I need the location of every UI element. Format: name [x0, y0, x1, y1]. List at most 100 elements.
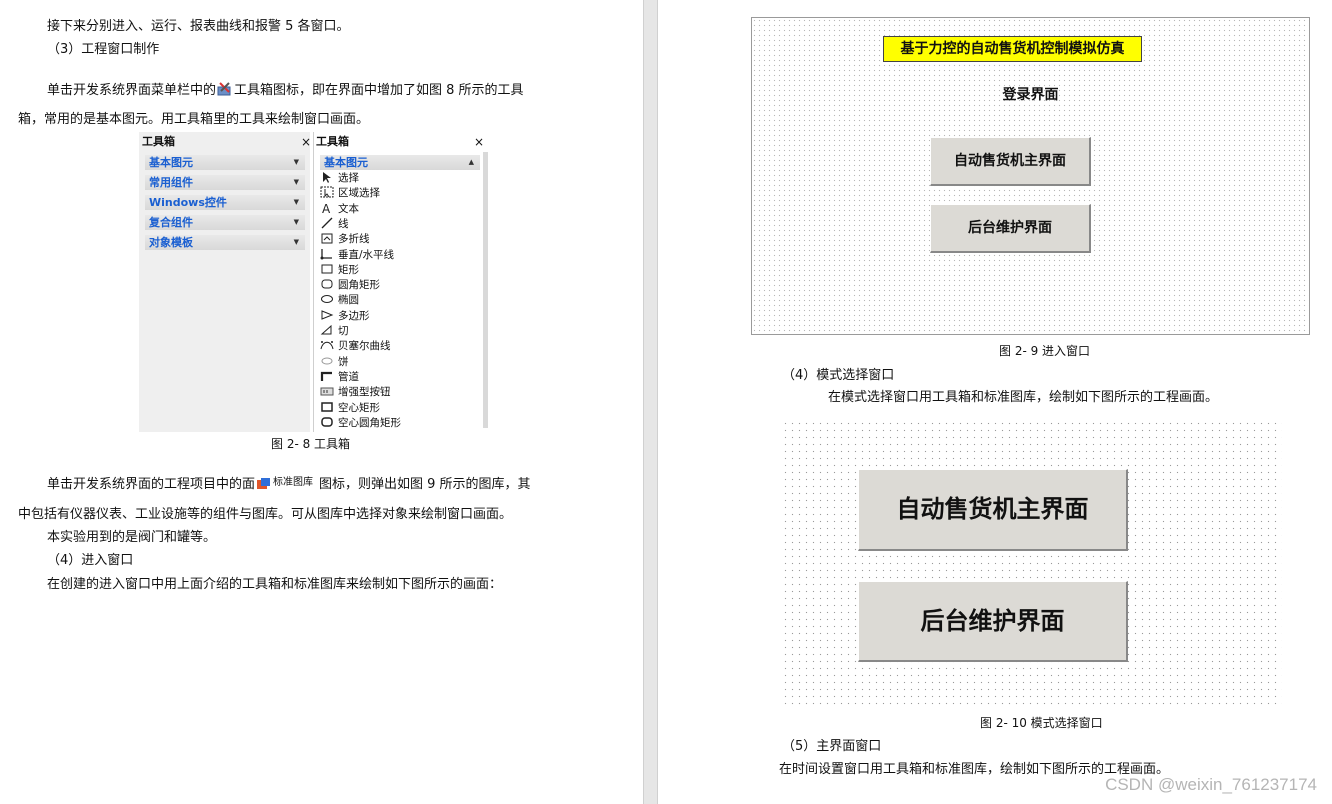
toolbox-item-rounded-rectangle[interactable]: 圆角矩形: [320, 278, 380, 293]
close-icon[interactable]: ×: [474, 134, 484, 150]
toolbox-item-label: 文本: [338, 202, 359, 215]
enter-window-figure: 基于力控的自动售货机控制模拟仿真 登录界面 自动售货机主界面 后台维护界面: [751, 17, 1310, 335]
toolbox-category-common[interactable]: 常用组件 ▼: [145, 175, 305, 190]
toolbox-item-bezier-curve[interactable]: 贝塞尔曲线: [320, 339, 391, 354]
paragraph-library-intro: 单击开发系统界面的工程项目中的面 标准图库 图标，则弹出如图 9 所示的图库，其: [47, 475, 531, 496]
toolbox-item-label: 增强型按钮: [338, 386, 391, 399]
toolbox-item-label: 空心圆角矩形: [338, 416, 401, 429]
chevron-down-icon: ▼: [293, 158, 299, 166]
toolbox-item-select[interactable]: 选择: [320, 171, 359, 186]
left-document-page: 接下来分别进入、运行、报表曲线和报警 5 各窗口。 （3）工程窗口制作 单击开发…: [0, 0, 643, 804]
heading-enter-window: （4）进入窗口: [47, 553, 134, 568]
region-select-icon: [320, 186, 334, 198]
hollow-rounded-rectangle-icon: [320, 416, 334, 428]
backend-maintenance-button-large[interactable]: 后台维护界面: [858, 581, 1128, 662]
caption-figure-8: 图 2- 8 工具箱: [271, 437, 351, 451]
chevron-down-icon: ▼: [293, 238, 299, 246]
paragraph-toolbox-line2: 箱，常用的是基本图元。用工具箱里的工具来绘制窗口画面。: [18, 112, 370, 127]
toolbox-item-label: 管道: [338, 370, 359, 383]
paragraph-library-line2: 中包括有仪器仪表、工业设施等的组件与图库。可从图库中选择对象来绘制窗口画面。: [18, 507, 513, 522]
paragraph-toolbox-intro: 单击开发系统界面菜单栏中的 工具箱图标，即在界面中增加了如图 8 所示的工具: [47, 81, 524, 102]
toolbox-item-label: 切: [338, 325, 349, 337]
toolbox-figure: 工具箱 × 基本图元 ▼ 常用组件 ▼ Windows控件 ▼ 复合组件 ▼ 对象模板 ▼…: [139, 132, 488, 432]
vending-main-button[interactable]: 自动售货机主界面: [930, 137, 1091, 186]
toolbox-category-composite[interactable]: 复合组件 ▼: [145, 215, 305, 230]
paragraph-toolbox-intro-end: 工具箱图标，即在界面中增加了如图 8 所示的工具: [234, 83, 524, 98]
chevron-down-icon: ▼: [293, 178, 299, 186]
caption-figure-9: 图 2- 9 进入窗口: [999, 344, 1091, 358]
enter-window-title-banner: 基于力控的自动售货机控制模拟仿真: [883, 36, 1142, 62]
enter-window-login-label: 登录界面: [1002, 87, 1059, 103]
toolbox-item-label: 多折线: [338, 233, 370, 246]
paragraph-enter-window: 在创建的进入窗口中用上面介绍的工具箱和标准图库来绘制如下图所示的画面：: [47, 577, 503, 592]
toolbox-item-pipe[interactable]: 管道: [320, 370, 359, 385]
paragraph-mode-select: 在模式选择窗口用工具箱和标准图库，绘制如下图所示的工程画面。: [828, 390, 1219, 405]
bezier-curve-icon: [320, 339, 334, 351]
toolbox-item-hollow-rounded-rectangle[interactable]: 空心圆角矩形: [320, 416, 401, 431]
toolbox-icon: [217, 81, 233, 102]
caption-figure-10: 图 2- 10 模式选择窗口: [980, 716, 1103, 730]
paragraph-windows-list: 接下来分别进入、运行、报表曲线和报警 5 各窗口。: [47, 19, 350, 34]
toolbox-left-title: 工具箱: [142, 135, 175, 148]
backend-maintenance-button[interactable]: 后台维护界面: [930, 204, 1091, 253]
text-icon: A: [320, 202, 334, 216]
rounded-rectangle-icon: [320, 278, 334, 290]
pipe-icon: [320, 370, 334, 382]
toolbox-item-label: 空心矩形: [338, 401, 380, 414]
toolbox-scrollbar[interactable]: [483, 152, 488, 428]
toolbox-item-label: 选择: [338, 172, 359, 184]
toolbox-item-text[interactable]: A 文本: [320, 202, 359, 217]
chevron-up-icon: ▲: [468, 158, 474, 166]
polyline-icon: [320, 232, 334, 244]
chevron-down-icon: ▼: [293, 198, 299, 206]
toolbox-item-pie[interactable]: 饼: [320, 355, 349, 370]
toolbox-item-enhanced-button[interactable]: 增强型按钮: [320, 385, 391, 400]
pie-icon: [320, 355, 334, 367]
toolbox-item-label: 椭圆: [338, 294, 359, 307]
hollow-rectangle-icon: [320, 401, 334, 413]
chord-icon: [320, 324, 334, 336]
toolbox-item-polygon[interactable]: 多边形: [320, 309, 370, 324]
toolbox-item-rectangle[interactable]: 矩形: [320, 263, 359, 278]
toolbox-item-ellipse[interactable]: 椭圆: [320, 293, 359, 308]
heading-project-window: （3）工程窗口制作: [47, 42, 160, 57]
toolbox-item-label: 贝塞尔曲线: [338, 340, 391, 353]
paragraph-valves: 本实验用到的是阀门和罐等。: [47, 530, 217, 545]
orthogonal-line-icon: [320, 248, 334, 260]
toolbox-item-label: 多边形: [338, 309, 370, 322]
toolbox-item-label: 矩形: [338, 263, 359, 276]
csdn-watermark: CSDN @weixin_761237174: [1105, 775, 1317, 794]
line-icon: [320, 217, 334, 229]
toolbox-item-label: 圆角矩形: [338, 279, 380, 292]
toolbox-item-label: 线: [338, 217, 349, 230]
toolbox-item-label: 饼: [338, 355, 349, 368]
ellipse-icon: [320, 293, 334, 305]
vending-main-button-large[interactable]: 自动售货机主界面: [858, 469, 1128, 551]
heading-mode-select: （4）模式选择窗口: [782, 368, 895, 383]
toolbox-category-template[interactable]: 对象模板 ▼: [145, 235, 305, 250]
toolbox-category-basic[interactable]: 基本图元 ▼: [145, 155, 305, 170]
toolbox-right-panel: 工具箱 × 基本图元 ▲ 选择区域选择 A 文本线多折线垂直/水平线 矩形圆角矩形椭圆多…: [313, 132, 488, 432]
toolbox-item-orthogonal-line[interactable]: 垂直/水平线: [320, 248, 394, 263]
toolbox-item-chord[interactable]: 切: [320, 324, 349, 339]
standard-library-icon: [256, 477, 272, 496]
toolbox-right-title: 工具箱: [316, 135, 349, 148]
svg-text:A: A: [322, 202, 331, 214]
paragraph-toolbox-intro-start: 单击开发系统界面菜单栏中的: [47, 83, 217, 98]
toolbox-item-label: 垂直/水平线: [338, 248, 395, 261]
polygon-icon: [320, 309, 334, 321]
toolbox-item-hollow-rectangle[interactable]: 空心矩形: [320, 401, 380, 416]
standard-library-icon-label: 标准图库: [273, 477, 314, 488]
toolbox-category-basic-expanded[interactable]: 基本图元 ▲: [320, 155, 480, 170]
toolbox-item-region-select[interactable]: 区域选择: [320, 186, 380, 201]
toolbox-left-panel: 工具箱 × 基本图元 ▼ 常用组件 ▼ Windows控件 ▼ 复合组件 ▼ 对象模板 ▼: [139, 132, 311, 432]
close-icon[interactable]: ×: [301, 134, 311, 150]
toolbox-item-label: 区域选择: [338, 187, 380, 200]
heading-main-window: （5）主界面窗口: [782, 739, 882, 754]
select-icon: [320, 171, 334, 183]
rectangle-icon: [320, 263, 334, 275]
toolbox-item-polyline[interactable]: 多折线: [320, 232, 370, 247]
toolbox-item-line[interactable]: 线: [320, 217, 349, 232]
mode-select-figure: 自动售货机主界面 后台维护界面: [782, 420, 1282, 708]
toolbox-category-windows[interactable]: Windows控件 ▼: [145, 195, 305, 210]
